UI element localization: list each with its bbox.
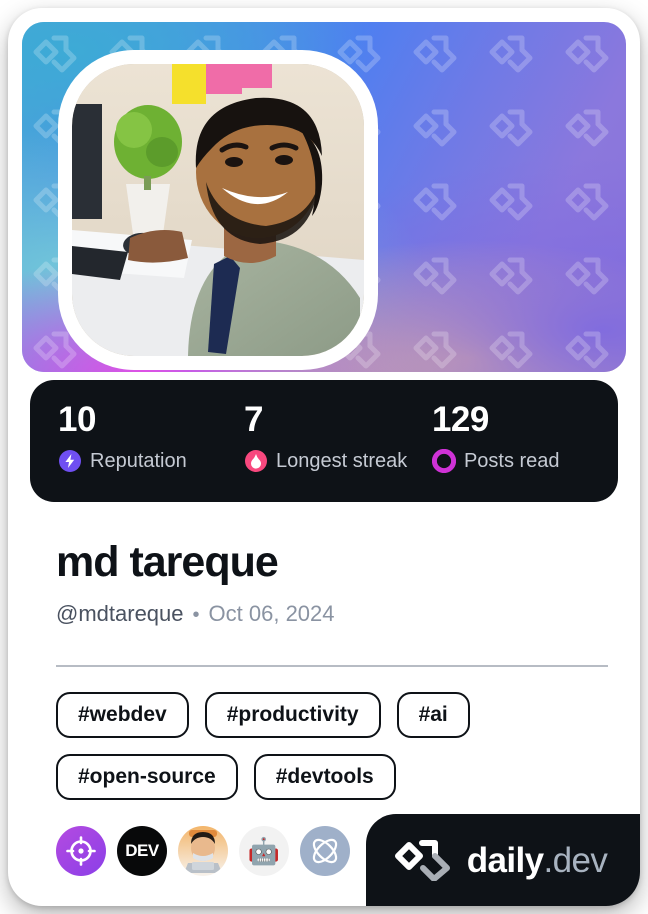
stat-reputation: 10 Reputation xyxy=(58,400,244,502)
tag-chip[interactable]: #devtools xyxy=(253,754,396,800)
reputation-bolt-icon xyxy=(59,450,81,472)
avatar xyxy=(58,50,378,370)
brand-wordmark: daily.dev xyxy=(467,843,608,878)
stat-value: 7 xyxy=(244,400,264,439)
stat-value: 129 xyxy=(431,400,489,439)
stat-label: Reputation xyxy=(90,449,187,472)
source-badge-avatar[interactable] xyxy=(178,826,228,876)
source-badge-atom[interactable] xyxy=(300,826,350,876)
avatar-photo xyxy=(72,64,364,356)
source-badge-target[interactable] xyxy=(56,826,106,876)
stat-label-row: Longest streak xyxy=(244,449,432,473)
crosshair-target-icon xyxy=(66,836,96,866)
stat-label: Posts read xyxy=(463,449,560,472)
person-avatar-icon xyxy=(184,830,222,873)
separator-dot: • xyxy=(192,604,200,626)
streak-flame-icon xyxy=(245,450,268,472)
devcard[interactable]: 10 Reputation 7 Longest streak 129 Posts… xyxy=(8,8,640,906)
page-title: md tareque xyxy=(56,538,279,586)
atom-icon xyxy=(312,838,338,864)
stat-label-row: Reputation xyxy=(58,449,244,473)
stat-posts-read: 129 Posts read xyxy=(431,400,618,502)
source-badge-dev[interactable]: DEV xyxy=(117,826,167,876)
posts-read-ring-icon xyxy=(431,449,456,473)
brand-name-secondary: .dev xyxy=(543,840,608,880)
dev-to-icon: DEV xyxy=(125,841,159,860)
stat-value: 10 xyxy=(58,400,96,439)
tag-chip[interactable]: #ai xyxy=(396,692,470,738)
divider xyxy=(56,665,608,667)
tag-chip[interactable]: #open-source xyxy=(56,754,238,800)
source-badge-robot[interactable]: 🤖 xyxy=(239,826,289,876)
stats-bar: 10 Reputation 7 Longest streak 129 Posts… xyxy=(30,380,618,502)
joined-date: Oct 06, 2024 xyxy=(208,601,335,626)
source-badge-list: DEV 🤖 xyxy=(56,826,350,876)
tag-chip[interactable]: #productivity xyxy=(204,692,381,738)
avatar-image xyxy=(72,64,364,356)
profile-handle: @mdtareque xyxy=(56,601,184,626)
stat-longest-streak: 7 Longest streak xyxy=(244,400,432,502)
robot-icon: 🤖 xyxy=(247,836,281,866)
daily-dev-chevron-logo xyxy=(394,840,450,881)
daily-dev-brand-badge[interactable]: daily.dev xyxy=(366,814,640,906)
brand-name-primary: daily xyxy=(466,840,544,880)
tag-chip[interactable]: #webdev xyxy=(56,692,189,738)
profile-subline: @mdtareque • Oct 06, 2024 xyxy=(56,601,335,627)
tag-list: #webdev #productivity #ai #open-source #… xyxy=(56,692,616,800)
cover-banner xyxy=(22,22,626,372)
stat-label-row: Posts read xyxy=(431,449,618,473)
stat-label: Longest streak xyxy=(276,449,408,472)
